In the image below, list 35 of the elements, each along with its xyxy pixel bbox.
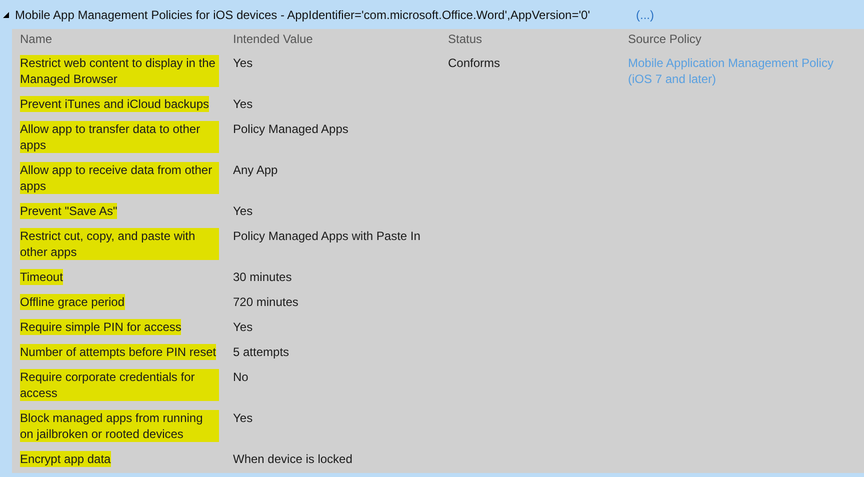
table-cell: Encrypt app data <box>20 450 111 466</box>
more-link[interactable]: (...) <box>636 8 654 22</box>
column-header: Status <box>448 31 484 48</box>
table-cell: Require corporate credentials for access <box>20 368 219 400</box>
table-cell: Block managed apps from running on jailbroken or rooted devices <box>20 410 219 442</box>
table-cell: Offline grace period <box>20 294 125 310</box>
table-cell: Prevent "Save As" <box>20 202 118 218</box>
table-cell: Allow app to transfer data to other apps <box>20 120 219 152</box>
table-cell: Yes <box>233 56 253 70</box>
table-cell: Restrict cut, copy, and paste with other apps <box>20 228 219 260</box>
table-cell: Yes <box>233 96 253 110</box>
table-cell: Number of attempts before PIN reset <box>20 344 216 360</box>
table-cell: Any App <box>233 162 278 176</box>
table-cell: Allow app to receive data from other apps <box>20 162 219 194</box>
table-cell: Conforms <box>448 56 500 70</box>
table-cell: Restrict web content to display in the Managed Browser <box>20 54 219 86</box>
table-cell: When device is locked <box>233 452 352 466</box>
table-cell: Yes <box>233 410 253 424</box>
table-cell: Yes <box>233 320 253 334</box>
table-cell: Timeout <box>20 268 63 284</box>
table-cell: Policy Managed Apps with Paste In <box>233 228 420 242</box>
table-cell: Yes <box>233 204 253 218</box>
policy-link[interactable]: Mobile Application Management Policy (iOS 7 and later) <box>628 54 840 86</box>
table-cell: Policy Managed Apps <box>233 122 348 136</box>
section-title: Mobile App Management Policies for iOS devices - AppIdentifier='com.microsoft.Office.Word',AppVersion='0' <box>15 8 590 22</box>
column-header: Source Policy <box>628 31 702 48</box>
table-cell: Require simple PIN for access <box>20 318 182 334</box>
table-cell: Prevent iTunes and iCloud backups <box>20 96 209 112</box>
table-cell: No <box>233 370 248 384</box>
table-cell: 30 minutes <box>233 270 292 284</box>
table-cell: 720 minutes <box>233 294 298 308</box>
expander-icon[interactable] <box>3 12 9 18</box>
column-header: Intended Value <box>233 31 314 48</box>
table-cell: 5 attempts <box>233 344 290 358</box>
column-header: Name <box>20 31 54 48</box>
